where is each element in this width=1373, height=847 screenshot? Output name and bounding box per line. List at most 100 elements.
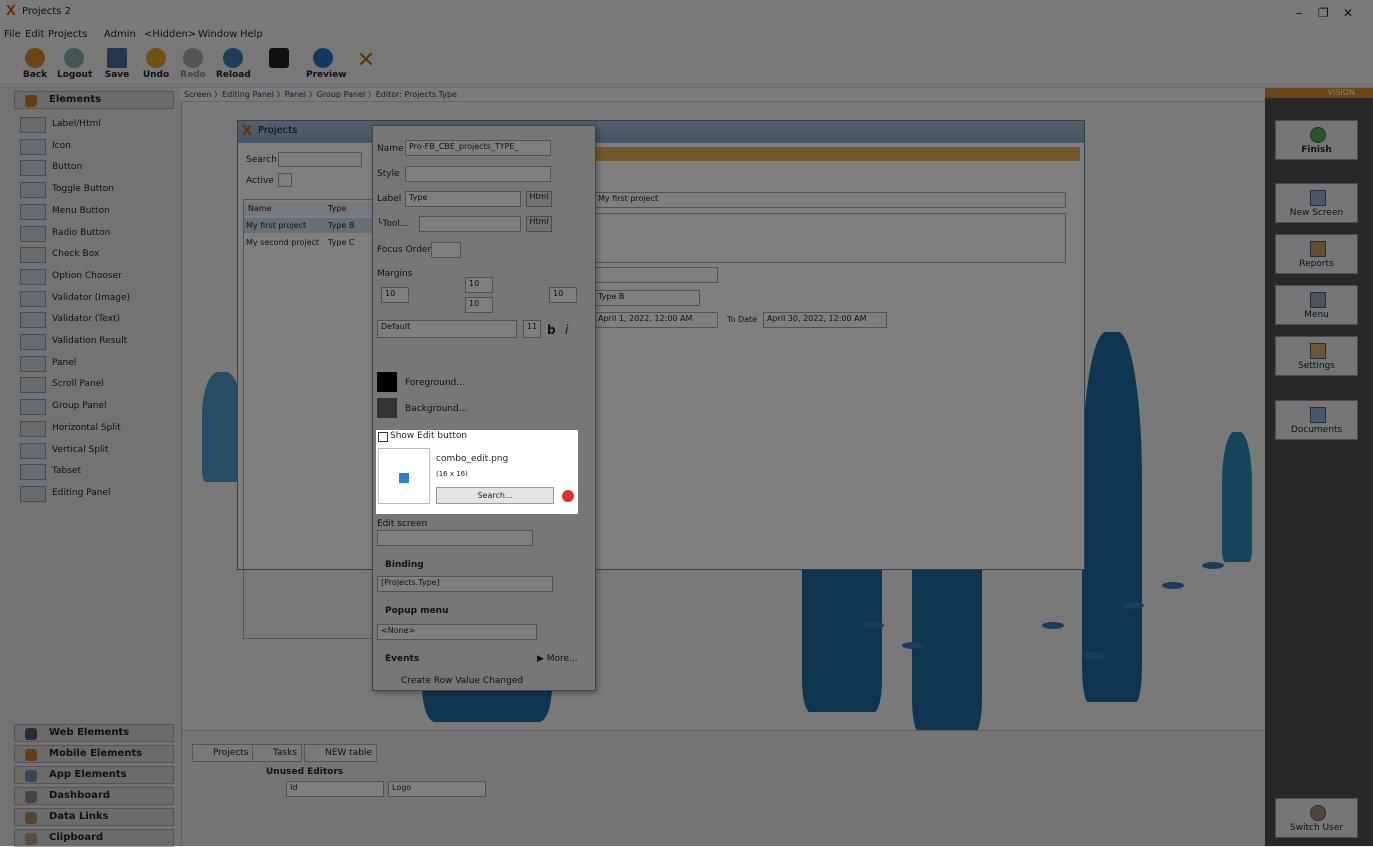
menu-admin[interactable]: Admin: [104, 29, 136, 40]
menu-file[interactable]: File: [4, 29, 21, 40]
clear-image-icon[interactable]: [562, 490, 574, 502]
name-field[interactable]: My first project: [594, 192, 1066, 208]
tab-projects[interactable]: Projects: [192, 744, 254, 762]
save-button[interactable]: Save: [100, 48, 134, 88]
bold-button[interactable]: b: [547, 323, 556, 337]
menu-help[interactable]: Help: [240, 29, 263, 40]
element-item[interactable]: Vertical Split: [20, 441, 180, 461]
name-input[interactable]: Pro-FB_CBE_projects_TYPE_: [405, 140, 551, 156]
focus-order-spinner[interactable]: [431, 242, 461, 258]
tools-menu-button[interactable]: ✕: [346, 48, 386, 88]
italic-button[interactable]: i: [565, 323, 568, 337]
column-name[interactable]: Name: [248, 204, 272, 213]
element-label: Group Panel: [52, 401, 107, 412]
font-combo[interactable]: Default: [377, 320, 517, 338]
margin-right-spinner[interactable]: 10: [549, 287, 577, 303]
elements-section-header[interactable]: Elements: [14, 91, 174, 109]
tooltip-html-button[interactable]: Html: [526, 216, 552, 232]
margin-left-spinner[interactable]: 10: [381, 287, 409, 303]
id-field-chip[interactable]: Id: [286, 781, 384, 797]
from-date-field[interactable]: April 1, 2022, 12:00 AM: [594, 312, 718, 328]
mobile-elements-section[interactable]: Mobile Elements: [14, 745, 174, 763]
tab-new-table[interactable]: NEW table: [304, 744, 377, 762]
edit-screen-combo[interactable]: [377, 530, 533, 546]
to-date-field[interactable]: April 30, 2022, 12:00 AM: [763, 312, 887, 328]
label-html-button[interactable]: Html: [526, 191, 552, 207]
element-item[interactable]: Toggle Button: [20, 180, 180, 200]
more-events-link[interactable]: ▶ More...: [537, 654, 578, 664]
menu-button[interactable]: Menu: [1275, 285, 1358, 325]
element-icon: [20, 377, 46, 394]
reload-button[interactable]: Reload: [216, 48, 251, 88]
element-item[interactable]: Group Panel: [20, 397, 180, 417]
element-item[interactable]: Editing Panel: [20, 484, 180, 504]
element-item[interactable]: Option Chooser: [20, 267, 180, 287]
label-input[interactable]: Type: [405, 191, 521, 207]
element-item[interactable]: Check Box: [20, 245, 180, 265]
tab-tasks[interactable]: Tasks: [252, 744, 303, 762]
web-elements-section[interactable]: Web Elements: [14, 724, 174, 742]
back-button[interactable]: Back: [18, 48, 52, 88]
restore-button[interactable]: ❐: [1318, 6, 1329, 20]
font-size-input[interactable]: 11: [523, 320, 541, 338]
reports-button[interactable]: Reports: [1275, 234, 1358, 274]
foreground-button[interactable]: Foreground...: [405, 378, 465, 388]
element-item[interactable]: Validation Result: [20, 332, 180, 352]
documents-button[interactable]: Documents: [1275, 400, 1358, 440]
element-item[interactable]: Tabset: [20, 462, 180, 482]
preview-button[interactable]: Preview: [306, 48, 347, 88]
redo-button[interactable]: Redo: [176, 48, 210, 88]
breadcrumb[interactable]: Screen 〉Editing Panel 〉Panel 〉Group Pane…: [180, 88, 1265, 102]
mobile-icon: [25, 749, 37, 761]
menu-edit[interactable]: Edit: [25, 29, 44, 40]
element-item[interactable]: Scroll Panel: [20, 375, 180, 395]
menu-hidden[interactable]: <Hidden>: [144, 29, 196, 40]
data-links-section[interactable]: Data Links: [14, 808, 174, 826]
element-item[interactable]: Validator (Text): [20, 310, 180, 330]
settings-button[interactable]: Settings: [1275, 336, 1358, 376]
element-item[interactable]: Horizontal Split: [20, 419, 180, 439]
close-button[interactable]: ✕: [1343, 6, 1353, 20]
element-item[interactable]: Menu Button: [20, 202, 180, 222]
finish-button[interactable]: Finish: [1275, 120, 1358, 160]
code-field[interactable]: [594, 267, 718, 283]
element-item[interactable]: Button: [20, 158, 180, 178]
element-item[interactable]: Icon: [20, 137, 180, 157]
element-item[interactable]: Label/Html: [20, 115, 180, 135]
margin-bottom-spinner[interactable]: 10: [465, 297, 493, 313]
menu-window[interactable]: Window: [198, 29, 237, 40]
column-type[interactable]: Type: [328, 204, 346, 213]
type-combo[interactable]: Type B: [594, 290, 700, 306]
image-search-button[interactable]: Search...: [436, 487, 554, 504]
foreground-swatch[interactable]: [377, 372, 397, 392]
clipboard-section[interactable]: Clipboard: [14, 829, 174, 847]
tooltip-input[interactable]: [419, 216, 521, 232]
element-item[interactable]: Panel: [20, 354, 180, 374]
event-item[interactable]: Create Row Value Changed: [401, 676, 523, 686]
app-elements-section[interactable]: App Elements: [14, 766, 174, 784]
show-edit-checkbox[interactable]: [378, 432, 388, 442]
table-row[interactable]: My first project Type B: [244, 218, 372, 233]
switch-user-button[interactable]: Switch User: [1275, 798, 1358, 838]
table-row[interactable]: My second project Type C: [244, 235, 372, 250]
style-input[interactable]: [405, 166, 551, 182]
active-checkbox[interactable]: [278, 173, 292, 187]
popup-menu-combo[interactable]: <None>: [377, 624, 537, 640]
description-field[interactable]: [594, 213, 1066, 263]
new-screen-button[interactable]: New Screen: [1275, 183, 1358, 223]
minimize-button[interactable]: –: [1296, 6, 1302, 20]
undo-button[interactable]: Undo: [139, 48, 173, 88]
margin-top-spinner[interactable]: 10: [465, 277, 493, 293]
search-input[interactable]: [278, 152, 362, 167]
logo-field-chip[interactable]: Logo: [388, 781, 486, 797]
background-button[interactable]: Background...: [405, 404, 467, 414]
element-item[interactable]: Validator (Image): [20, 289, 180, 309]
binding-combo[interactable]: [Projects.Type]: [377, 576, 553, 592]
menu-projects[interactable]: Projects: [48, 29, 87, 40]
binoculars-button[interactable]: [262, 48, 296, 88]
element-item[interactable]: Radio Button: [20, 224, 180, 244]
dashboard-section[interactable]: Dashboard: [14, 787, 174, 805]
app-logo-icon: X: [6, 4, 17, 19]
logout-button[interactable]: Logout: [57, 48, 92, 88]
background-swatch[interactable]: [377, 398, 397, 418]
